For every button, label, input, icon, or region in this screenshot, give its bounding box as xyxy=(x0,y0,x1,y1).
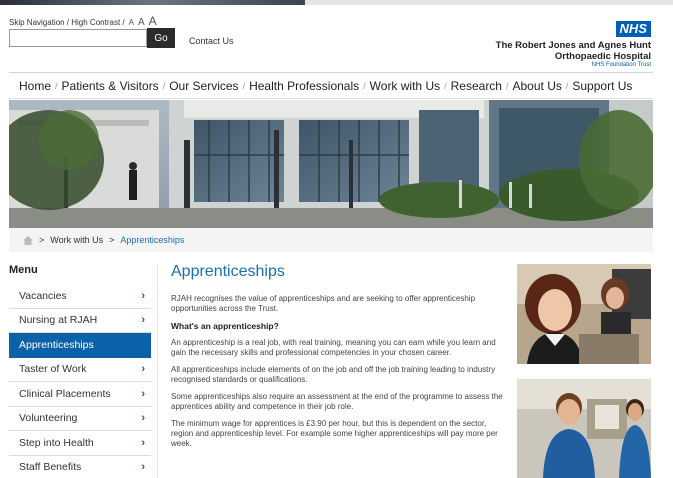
hospital-building-illustration xyxy=(9,100,653,228)
chevron-right-icon: › xyxy=(141,461,145,474)
trust-name-line1: The Robert Jones and Agnes Hunt xyxy=(495,40,651,51)
skip-navigation-link[interactable]: Skip Navigation / High Contrast / xyxy=(9,18,125,27)
chevron-right-icon: › xyxy=(141,387,145,400)
section-heading: What's an apprenticeship? xyxy=(171,321,279,331)
nav-divider-bottom xyxy=(9,98,653,99)
nav-separator: / xyxy=(363,81,366,91)
office-worker-illustration xyxy=(517,264,651,364)
menu-item-label: Apprenticeships xyxy=(19,338,94,351)
nav-separator: / xyxy=(565,81,569,91)
breadcrumb-separator: > xyxy=(109,235,115,245)
content-divider xyxy=(157,264,158,478)
nav-separator: / xyxy=(55,81,58,91)
nav-separator: / xyxy=(242,81,246,91)
nav-item-home[interactable]: Home xyxy=(19,79,51,93)
main-content: Apprenticeships RJAH recognises the valu… xyxy=(171,262,507,456)
menu-item-taster-of-work[interactable]: Taster of Work › xyxy=(9,357,151,382)
nav-item-research[interactable]: Research xyxy=(451,79,502,93)
apprentice-photo-office xyxy=(517,264,651,364)
nav-divider-top xyxy=(9,72,653,73)
nav-item-about-us[interactable]: About Us xyxy=(513,79,562,93)
contact-us-link[interactable]: Contact Us xyxy=(189,36,234,46)
trust-name-line2: Orthopaedic Hospital xyxy=(554,51,651,62)
text-size-medium-button[interactable]: A xyxy=(138,17,145,28)
menu-item-label: Step into Health xyxy=(19,436,94,449)
nav-separator: / xyxy=(505,81,509,91)
main-nav: Home / Patients & Visitors / Our Service… xyxy=(19,79,632,93)
side-menu: Vacancies › Nursing at RJAH › Apprenticesh… xyxy=(9,284,151,478)
nav-item-work-with-us[interactable]: Work with Us xyxy=(370,79,440,93)
trust-logo[interactable]: NHS The Robert Jones and Agnes Hunt Orth… xyxy=(496,20,651,68)
breadcrumb-current[interactable]: Apprenticeships xyxy=(120,235,184,245)
menu-item-label: Vacancies xyxy=(19,289,67,302)
menu-item-volunteering[interactable]: Volunteering › xyxy=(9,406,151,431)
body-paragraph: All apprenticeships include elements of … xyxy=(171,365,496,384)
text-size-small-button[interactable]: A xyxy=(129,18,134,27)
menu-item-apprenticeships[interactable]: Apprenticeships xyxy=(9,333,151,358)
breadcrumb-separator: > xyxy=(39,235,45,245)
menu-item-label: Volunteering xyxy=(19,412,78,425)
chevron-right-icon: › xyxy=(141,314,145,327)
body-paragraph: Some apprenticeships also require an ass… xyxy=(171,392,503,411)
search-input[interactable] xyxy=(9,29,147,47)
nav-separator: / xyxy=(162,81,166,91)
menu-item-staff-benefits[interactable]: Staff Benefits › xyxy=(9,455,151,478)
trust-name-line3: NHS Foundation Trust xyxy=(591,62,651,68)
chevron-right-icon: › xyxy=(141,436,145,449)
menu-item-label: Nursing at RJAH xyxy=(19,314,98,327)
menu-item-step-into-health[interactable]: Step into Health › xyxy=(9,431,151,456)
intro-paragraph: RJAH recognises the value of apprentices… xyxy=(171,294,476,313)
menu-title: Menu xyxy=(9,264,38,276)
menu-item-label: Staff Benefits xyxy=(19,461,82,474)
menu-item-clinical-placements[interactable]: Clinical Placements › xyxy=(9,382,151,407)
utility-bar: Skip Navigation / High Contrast / A A A xyxy=(9,14,157,28)
body-paragraph: An apprenticeship is a real job, with re… xyxy=(171,338,496,357)
search-go-button[interactable]: Go xyxy=(147,28,175,48)
apprentice-photo-lab xyxy=(517,379,651,478)
top-banner-image xyxy=(0,0,305,5)
lab-workers-illustration xyxy=(517,379,651,478)
hero-image xyxy=(9,100,653,228)
chevron-right-icon: › xyxy=(141,363,145,376)
menu-item-label: Taster of Work xyxy=(19,363,87,376)
menu-item-nursing-at-rjah[interactable]: Nursing at RJAH › xyxy=(9,308,151,333)
chevron-right-icon: › xyxy=(141,412,145,425)
nhs-badge: NHS xyxy=(615,21,651,37)
page-title: Apprenticeships xyxy=(171,263,285,280)
menu-item-label: Clinical Placements xyxy=(19,387,111,400)
nav-item-patients-visitors[interactable]: Patients & Visitors xyxy=(62,79,159,93)
menu-item-vacancies[interactable]: Vacancies › xyxy=(9,284,151,309)
chevron-right-icon: › xyxy=(141,289,145,302)
nav-item-support-us[interactable]: Support Us xyxy=(572,79,632,93)
breadcrumb-work-with-us[interactable]: Work with Us xyxy=(50,235,103,245)
home-icon[interactable] xyxy=(23,235,33,245)
nav-separator: / xyxy=(444,81,447,91)
text-size-large-button[interactable]: A xyxy=(149,14,157,28)
body-paragraph: The minimum wage for apprentices is £3.9… xyxy=(171,419,498,448)
breadcrumb: > Work with Us > Apprenticeships xyxy=(9,228,653,252)
nav-item-health-professionals[interactable]: Health Professionals xyxy=(249,79,359,93)
top-banner-strip xyxy=(0,0,673,5)
nav-item-our-services[interactable]: Our Services xyxy=(169,79,238,93)
